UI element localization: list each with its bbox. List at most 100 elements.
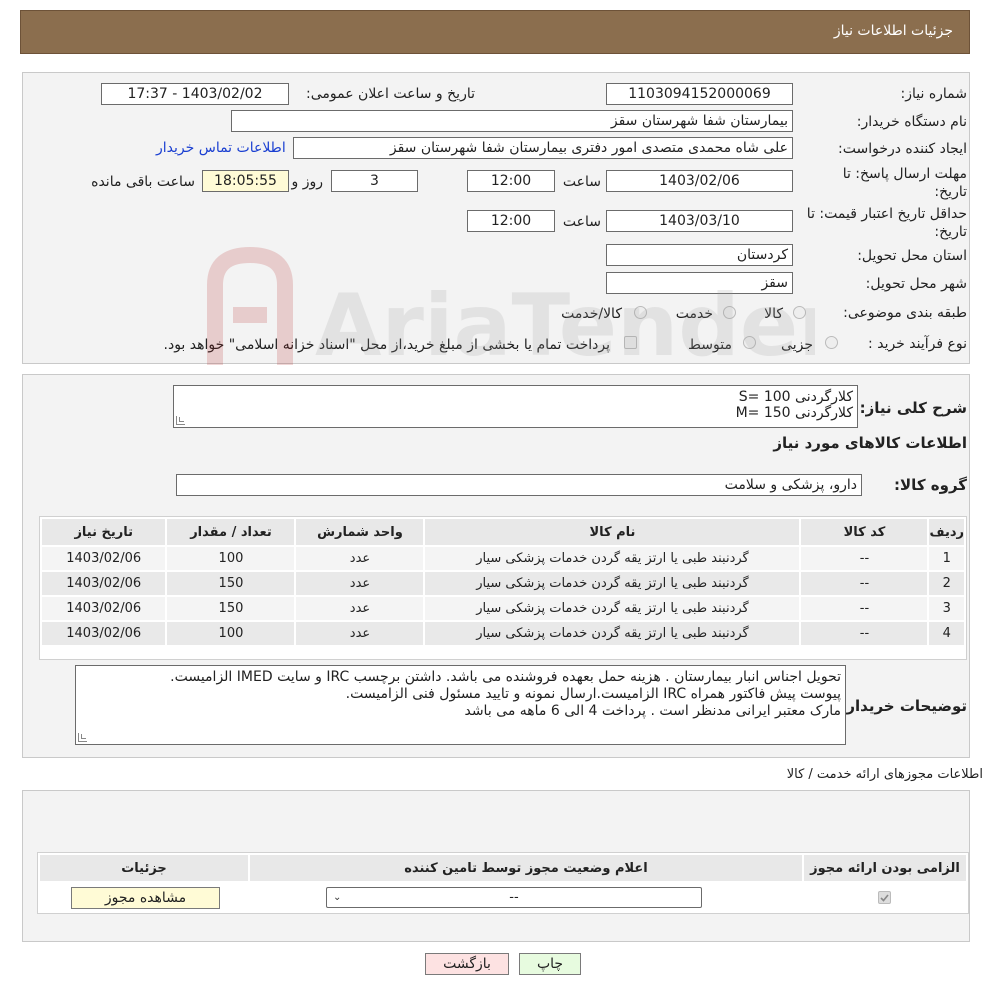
row-index: 1 — [927, 545, 966, 572]
deadline-label-2: تاریخ: — [934, 184, 967, 200]
permit-status-select[interactable]: -- ⌄ — [326, 887, 702, 908]
row-code: -- — [799, 620, 930, 647]
col-permit-status: اعلام وضعیت مجوز توسط تامین کننده — [248, 853, 804, 883]
row-qty: 100 — [165, 545, 297, 572]
validity-label-2: تاریخ: — [934, 224, 967, 240]
treasury-checkbox[interactable] — [624, 336, 637, 349]
row-date: 1403/02/06 — [39, 620, 168, 647]
requester-field: علی شاه محمدی متصدی امور دفتری بیمارستان… — [293, 137, 793, 159]
row-code: -- — [799, 545, 930, 572]
requester-label: ایجاد کننده درخواست: — [838, 141, 967, 157]
chevron-down-icon: ⌄ — [333, 892, 342, 903]
permit-row: -- ⌄ مشاهده مجوز — [38, 881, 968, 913]
goods-table-header: ردیف کد کالا نام کالا واحد شمارش تعداد /… — [39, 517, 966, 547]
goods-section-title: اطلاعات کالاهای مورد نیاز — [773, 434, 967, 452]
validity-date-field: 1403/03/10 — [606, 210, 793, 232]
buyer-org-label: نام دستگاه خریدار: — [856, 114, 967, 130]
view-permit-button[interactable]: مشاهده مجوز — [71, 887, 220, 909]
buyer-org-field: بیمارستان شفا شهرستان سقز — [231, 110, 793, 132]
row-name: گردنبند طبی یا ارتز یقه گردن خدمات پزشکی… — [423, 595, 802, 622]
buyer-note-line-3: مارک معتبر ایرانی مدنظر است . پرداخت 4 ا… — [464, 703, 841, 719]
permits-table-header: الزامی بودن ارائه مجوز اعلام وضعیت مجوز … — [38, 853, 968, 883]
row-date: 1403/02/06 — [39, 595, 168, 622]
buyer-note-line-1: تحویل اجناس انبار بیمارستان . هزینه حمل … — [170, 669, 841, 685]
permit-status-cell: -- ⌄ — [248, 881, 804, 913]
category-option-goods: کالا — [764, 306, 783, 322]
col-name: نام کالا — [423, 517, 802, 547]
deadline-time-label: ساعت — [562, 174, 601, 190]
city-label: شهر محل تحویل: — [865, 276, 967, 292]
process-radio-medium[interactable] — [743, 336, 756, 349]
row-index: 3 — [927, 595, 966, 622]
announce-label: تاریخ و ساعت اعلان عمومی: — [306, 86, 475, 102]
row-unit: عدد — [294, 545, 426, 572]
need-number-label: شماره نیاز: — [900, 86, 968, 102]
city-field: سقز — [606, 272, 793, 294]
category-label: طبقه بندی موضوعی: — [843, 305, 967, 321]
table-row: 3 -- گردنبند طبی یا ارتز یقه گردن خدمات … — [39, 595, 966, 622]
row-code: -- — [799, 570, 930, 597]
table-row: 1 -- گردنبند طبی یا ارتز یقه گردن خدمات … — [39, 545, 966, 572]
description-label: شرح کلی نیاز: — [859, 399, 967, 417]
category-radio-both[interactable] — [634, 306, 647, 319]
description-textarea[interactable]: کلارگردنی 100 =S کلارگردنی 150 =M — [173, 385, 858, 428]
process-label: نوع فرآیند خرید : — [868, 336, 967, 352]
permits-section-title: اطلاعات مجوزهای ارائه خدمت / کالا — [786, 767, 983, 782]
category-radio-goods[interactable] — [793, 306, 806, 319]
resize-grip-icon[interactable] — [176, 416, 185, 425]
col-date: تاریخ نیاز — [39, 517, 168, 547]
deadline-time-field: 12:00 — [467, 170, 555, 192]
row-index: 4 — [927, 620, 966, 647]
goods-group-field: دارو، پزشکی و سلامت — [176, 474, 862, 496]
goods-group-label: گروه کالا: — [894, 476, 967, 494]
print-button[interactable]: چاپ — [519, 953, 581, 975]
resize-grip-icon[interactable] — [78, 733, 87, 742]
validity-time-label: ساعت — [562, 214, 601, 230]
col-row: ردیف — [927, 517, 966, 547]
permit-required-cell — [802, 881, 968, 913]
remaining-time-field: 18:05:55 — [202, 170, 289, 192]
description-line-2: کلارگردنی 150 =M — [735, 405, 853, 421]
row-qty: 100 — [165, 620, 297, 647]
category-option-service: خدمت — [675, 306, 713, 322]
validity-time-field: 12:00 — [467, 210, 555, 232]
permits-table: الزامی بودن ارائه مجوز اعلام وضعیت مجوز … — [37, 852, 969, 914]
deadline-label: مهلت ارسال پاسخ: تا — [842, 166, 967, 182]
permit-required-checkbox — [878, 891, 891, 904]
col-permit-required: الزامی بودن ارائه مجوز — [802, 853, 968, 883]
process-option-medium: متوسط — [688, 337, 732, 353]
process-option-small: جزیی — [781, 337, 813, 353]
page-title: جزئیات اطلاعات نیاز — [833, 23, 953, 39]
row-date: 1403/02/06 — [39, 545, 168, 572]
row-name: گردنبند طبی یا ارتز یقه گردن خدمات پزشکی… — [423, 570, 802, 597]
buyer-notes-label: توضیحات خریدار: — [840, 697, 967, 715]
buyer-contact-link[interactable]: اطلاعات تماس خریدار — [156, 140, 286, 156]
category-radio-service[interactable] — [723, 306, 736, 319]
description-line-1: کلارگردنی 100 =S — [738, 389, 853, 405]
buyer-notes-textarea[interactable]: تحویل اجناس انبار بیمارستان . هزینه حمل … — [75, 665, 846, 745]
row-name: گردنبند طبی یا ارتز یقه گردن خدمات پزشکی… — [423, 620, 802, 647]
announce-field: 1403/02/02 - 17:37 — [101, 83, 289, 105]
province-label: استان محل تحویل: — [857, 248, 967, 264]
days-field: 3 — [331, 170, 418, 192]
row-qty: 150 — [165, 570, 297, 597]
permit-status-value: -- — [509, 890, 519, 905]
row-code: -- — [799, 595, 930, 622]
goods-table: ردیف کد کالا نام کالا واحد شمارش تعداد /… — [39, 516, 967, 660]
validity-label: حداقل تاریخ اعتبار قیمت: تا — [806, 206, 967, 222]
col-code: کد کالا — [799, 517, 930, 547]
permit-details-cell: مشاهده مجوز — [38, 881, 250, 913]
back-button[interactable]: بازگشت — [425, 953, 509, 975]
need-number-field: 1103094152000069 — [606, 83, 793, 105]
province-field: کردستان — [606, 244, 793, 266]
process-radio-small[interactable] — [825, 336, 838, 349]
days-label: روز و — [291, 174, 324, 190]
row-qty: 150 — [165, 595, 297, 622]
category-option-both: کالا/خدمت — [561, 306, 622, 322]
col-qty: تعداد / مقدار — [165, 517, 297, 547]
row-unit: عدد — [294, 620, 426, 647]
col-permit-details: جزئیات — [38, 853, 250, 883]
check-icon — [880, 894, 889, 902]
row-date: 1403/02/06 — [39, 570, 168, 597]
row-index: 2 — [927, 570, 966, 597]
